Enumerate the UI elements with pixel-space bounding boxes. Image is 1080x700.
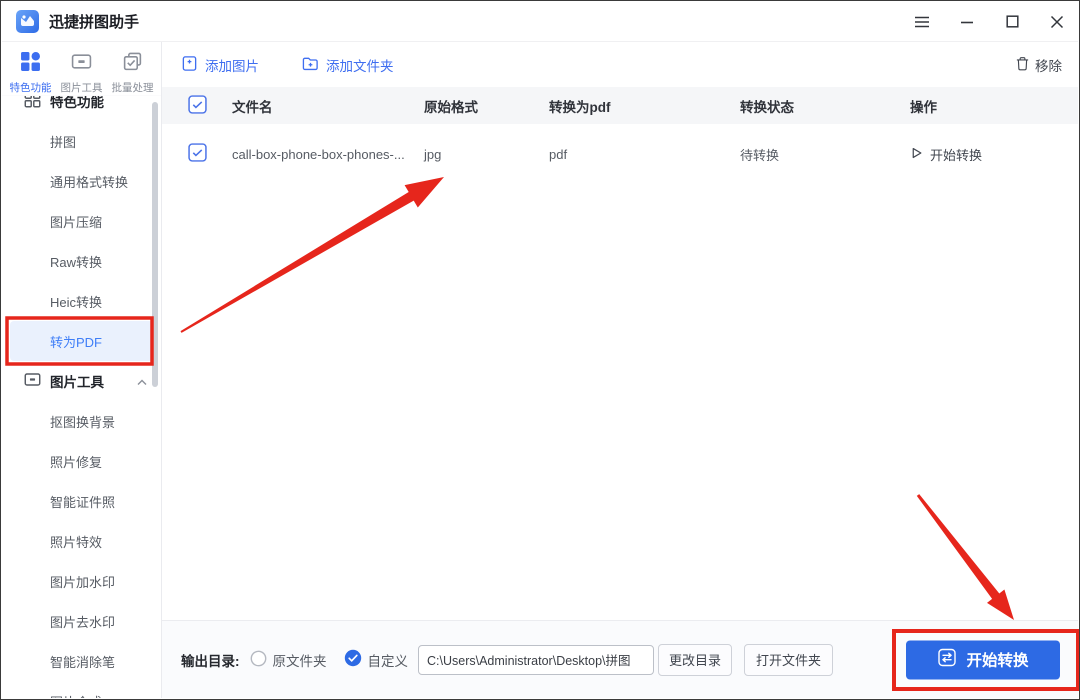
remove-label: 移除 [1035,58,1062,74]
title-bar: 迅捷拼图助手 [2,2,1078,42]
start-convert-label: 开始转换 [966,652,1029,670]
sidebar-item-label: Raw转换 [50,254,103,270]
folder-plus-icon [302,55,319,75]
sidebar-item-collage[interactable]: 拼图 [10,121,153,161]
radio-custom-label: 自定义 [367,653,409,669]
sidebar-list: 特色功能 拼图 通用格式转换 图片压缩 Raw转换 Heic转换 转为PDF 图… [2,96,161,698]
add-folder-button[interactable]: 添加文件夹 [302,55,394,75]
footer-bar: 输出目录: 原文件夹 自定义 更改目录 打开文件夹 开始转换 [162,620,1078,698]
tab-batch[interactable]: 批量处理 [107,48,158,95]
sidebar-item-label: 图片压缩 [50,214,103,230]
row-convert-button[interactable]: 开始转换 [910,145,1078,164]
sidebar-item-raw[interactable]: Raw转换 [10,241,153,281]
sidebar-item-label: 智能消除笔 [50,654,116,670]
file-plus-icon [181,55,198,75]
sidebar-item-id-photo[interactable]: 智能证件照 [10,481,153,521]
sidebar-item-heic[interactable]: Heic转换 [10,281,153,321]
sidebar-item-compress[interactable]: 图片压缩 [10,201,153,241]
sidebar-item-format-convert[interactable]: 通用格式转换 [10,161,153,201]
grid-icon [24,96,41,111]
add-image-button[interactable]: 添加图片 [181,55,259,75]
sidebar-item-label: 拼图 [50,134,77,150]
grid-icon [20,51,41,77]
sidebar-item-label: 转为PDF [50,334,103,350]
transfer-icon [937,647,957,672]
chevron-up-icon[interactable] [137,374,147,389]
sidebar-item-smart-eraser[interactable]: 智能消除笔 [10,641,153,681]
add-folder-label: 添加文件夹 [326,58,394,74]
tab-label: 图片工具 [60,82,103,94]
radio-unchecked-icon [250,650,267,670]
sidebar-section-image-tools[interactable]: 图片工具 [10,361,153,401]
start-convert-button[interactable]: 开始转换 [906,640,1060,679]
remove-button[interactable]: 移除 [1015,55,1062,75]
sidebar-item-label: 通用格式转换 [50,174,129,190]
col-status: 转换状态 [740,99,794,115]
tab-label: 批量处理 [111,82,154,94]
col-filename: 文件名 [232,99,273,115]
row-checkbox[interactable] [188,143,232,165]
main-toolbar: 添加图片 添加文件夹 移除 [162,42,1078,87]
sidebar-item-photo-repair[interactable]: 照片修复 [10,441,153,481]
menu-icon[interactable] [913,13,931,31]
sidebar-item-remove-watermark[interactable]: 图片去水印 [10,601,153,641]
radio-original-folder[interactable]: 原文件夹 [250,650,327,670]
sidebar-section-featured[interactable]: 特色功能 [10,96,153,121]
sidebar-item-label: 图片去水印 [50,614,116,630]
table-row: call-box-phone-box-phones-... jpg pdf 待转… [162,124,1078,184]
sidebar-item-label: 智能证件照 [50,494,116,510]
image-tool-icon [71,51,92,77]
sidebar-item-label: 特色功能 [50,96,104,110]
row-convert-label: 开始转换 [930,147,983,163]
sidebar-item-label: Heic转换 [50,294,103,310]
sidebar-item-label: 图片合成GIF [50,692,124,699]
output-dir-label: 输出目录: [181,653,240,669]
sidebar: 特色功能 图片工具 批量处理 特色功能 拼图 通用格式转换 图片压缩 Raw转换… [2,42,162,698]
open-folder-button[interactable]: 打开文件夹 [744,643,834,676]
cell-filename: call-box-phone-box-phones-... [232,146,405,162]
sidebar-item-label: 照片特效 [50,534,103,550]
sidebar-item-label: 图片工具 [50,375,104,390]
output-path-input[interactable] [418,644,654,675]
minimize-button[interactable] [958,13,976,31]
col-format: 原始格式 [424,99,478,115]
maximize-button[interactable] [1003,13,1021,31]
sidebar-item-label: 图片加水印 [50,574,116,590]
cell-status: 待转换 [740,147,780,163]
radio-custom[interactable]: 自定义 [344,649,409,670]
play-icon [910,146,923,163]
app-logo-icon [16,10,39,33]
tab-label: 特色功能 [9,82,52,94]
main-panel: 添加图片 添加文件夹 移除 文件名 原始格式 转换为pdf 转换状态 操作 ca… [162,42,1078,698]
tab-featured[interactable]: 特色功能 [5,48,56,95]
change-dir-button[interactable]: 更改目录 [658,643,733,676]
radio-original-label: 原文件夹 [272,653,327,669]
col-target: 转换为pdf [549,99,611,115]
sidebar-item-label: 抠图换背景 [50,414,116,430]
cell-format: jpg [424,146,442,162]
sidebar-item-photo-effects[interactable]: 照片特效 [10,521,153,561]
batch-check-icon [122,51,143,77]
sidebar-item-to-pdf[interactable]: 转为PDF [10,321,153,361]
radio-checked-icon [344,649,362,670]
sidebar-scrollbar[interactable] [152,102,158,387]
sidebar-item-cutout[interactable]: 抠图换背景 [10,401,153,441]
sidebar-tabs: 特色功能 图片工具 批量处理 [2,42,161,96]
cell-target: pdf [549,146,568,162]
select-all-checkbox[interactable] [188,94,232,117]
col-action: 操作 [910,99,937,115]
close-button[interactable] [1048,13,1066,31]
sidebar-item-add-watermark[interactable]: 图片加水印 [10,561,153,601]
app-window: 迅捷拼图助手 特色功能 图片工具 批量处理 特色功能 拼图 通用格式转换 图片压… [0,0,1080,700]
sidebar-item-gif[interactable]: 图片合成GIF [10,681,153,699]
sidebar-item-label: 照片修复 [50,454,103,470]
table-header-row: 文件名 原始格式 转换为pdf 转换状态 操作 [162,87,1078,124]
trash-icon [1015,56,1030,74]
image-tool-icon [24,371,41,391]
add-image-label: 添加图片 [205,58,259,74]
tab-image-tools[interactable]: 图片工具 [56,48,107,95]
app-title: 迅捷拼图助手 [49,14,140,31]
window-controls [913,13,1066,31]
